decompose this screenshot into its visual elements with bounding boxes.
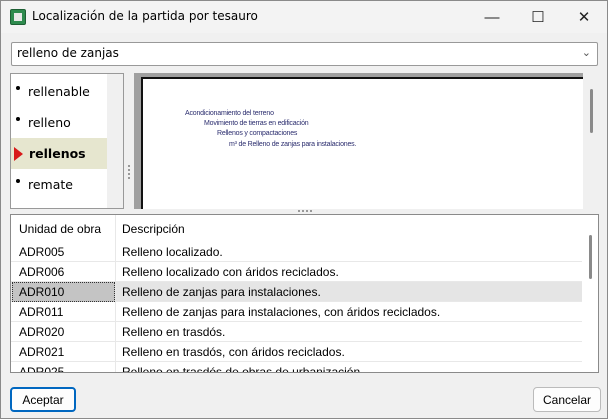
scrollbar-thumb[interactable] [589,235,592,279]
term-label: rellenos [29,146,86,161]
cell-code: ADR010 [19,285,65,299]
chevron-down-icon[interactable]: ⌄ [582,46,591,59]
cell-description: Relleno localizado con áridos reciclados… [122,265,339,279]
bullet-icon [16,178,20,183]
preview-scrollbar[interactable] [583,73,599,209]
term-label: remate [28,177,73,192]
cell-code: ADR025 [19,365,65,373]
vertical-splitter[interactable] [125,73,134,209]
horizontal-splitter[interactable] [298,210,312,212]
cell-description: Relleno en trasdós de obras de urbanizac… [122,365,364,373]
cell-code: ADR011 [19,305,64,319]
term-item[interactable]: rellenable [11,76,108,107]
table-row[interactable]: ADR025 Relleno en trasdós de obras de urb… [11,362,583,373]
term-item[interactable]: remate [11,169,108,200]
preview-panel: Acondicionamiento del terreno Movimiento… [134,73,599,209]
preview-line: Acondicionamiento del terreno [185,110,274,117]
cell-code: ADR020 [19,325,65,339]
preview-page: Acondicionamiento del terreno Movimiento… [141,77,586,209]
search-value: relleno de zanjas [17,46,119,60]
bullet-icon [16,116,20,121]
cell-description: Relleno en trasdós, con áridos reciclado… [122,345,345,359]
window-title: Localización de la partida por tesauro [32,9,258,23]
table-row[interactable]: ADR021 Relleno en trasdós, con áridos rec… [11,342,583,362]
term-label: relleno [28,115,71,130]
term-item-selected[interactable]: rellenos [11,138,108,169]
cell-description: Relleno de zanjas para instalaciones, co… [122,305,441,319]
preview-line: Rellenos y compactaciones [217,130,298,137]
table-row[interactable]: ADR020 Relleno en trasdós. [11,322,583,342]
title-bar: Localización de la partida por tesauro —… [1,1,607,33]
table-row[interactable]: ADR010 Relleno de zanjas para instalacion… [11,282,583,302]
cell-code: ADR006 [19,265,65,279]
results-table[interactable]: Unidad de obra Descripción ADR005 Relleno… [10,214,599,373]
term-item[interactable]: relleno [11,107,108,138]
preview-line: m³ de Relleno de zanjas para instalacion… [229,141,357,148]
cancel-button[interactable]: Cancelar [533,387,601,412]
table-row[interactable]: ADR005 Relleno localizado. [11,242,583,262]
scrollbar-thumb[interactable] [590,89,593,133]
app-icon [10,9,26,25]
term-list[interactable]: rellenable relleno rellenos remate [10,73,124,209]
header-description[interactable]: Descripción [122,222,185,236]
table-row[interactable]: ADR011 Relleno de zanjas para instalacion… [11,302,583,322]
close-button[interactable]: ✕ [561,1,607,33]
cell-description: Relleno localizado. [122,245,223,259]
accept-button[interactable]: Aceptar [10,387,76,412]
search-combobox[interactable]: relleno de zanjas ⌄ [11,42,598,66]
bullet-icon [16,85,20,90]
term-label: rellenable [28,84,90,99]
preview-line: Movimiento de tierras en edificación [204,120,309,127]
table-scrollbar[interactable] [582,215,598,372]
cell-description: Relleno de zanjas para instalaciones. [122,285,321,299]
table-header: Unidad de obra Descripción [11,215,583,242]
cell-code: ADR005 [19,245,65,259]
list-scrollbar[interactable] [107,74,123,208]
selected-arrow-icon [14,146,23,161]
table-row[interactable]: ADR006 Relleno localizado con áridos reci… [11,262,583,282]
cell-code: ADR021 [19,345,65,359]
header-code[interactable]: Unidad de obra [19,222,101,236]
cell-description: Relleno en trasdós. [122,325,226,339]
maximize-button[interactable]: ☐ [515,1,561,33]
minimize-button[interactable]: — [469,1,515,33]
